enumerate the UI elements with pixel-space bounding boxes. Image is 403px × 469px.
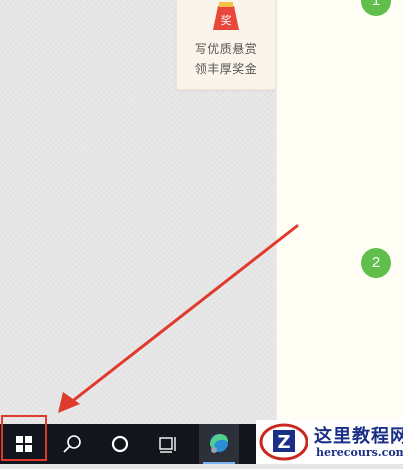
cortana-button[interactable]	[100, 424, 140, 464]
step-number-2: 2	[361, 248, 391, 278]
reward-line-2: 领丰厚奖金	[194, 62, 258, 76]
search-icon	[63, 435, 81, 453]
svg-text:Z: Z	[277, 432, 290, 453]
watermark-url: herecours.com	[316, 446, 403, 459]
edge-browser-button[interactable]	[199, 424, 239, 464]
site-watermark: Z 这里教程网 herecours.com	[256, 420, 403, 464]
task-view-button[interactable]	[148, 424, 188, 464]
search-button[interactable]	[52, 424, 92, 464]
task-view-icon	[159, 437, 176, 453]
reward-badge-text: 奖	[221, 13, 232, 27]
site-logo-icon: Z	[259, 423, 308, 461]
edge-browser-icon	[210, 434, 228, 453]
reward-line-1: 写优质悬赏	[194, 42, 258, 56]
red-envelope-icon: 奖	[213, 2, 239, 30]
reward-card[interactable]: 奖 写优质悬赏 领丰厚奖金	[176, 0, 276, 90]
right-content-panel	[276, 0, 403, 424]
watermark-title: 这里教程网	[314, 426, 403, 447]
start-button-highlight-box	[1, 415, 47, 461]
cortana-ring-icon	[111, 435, 129, 453]
